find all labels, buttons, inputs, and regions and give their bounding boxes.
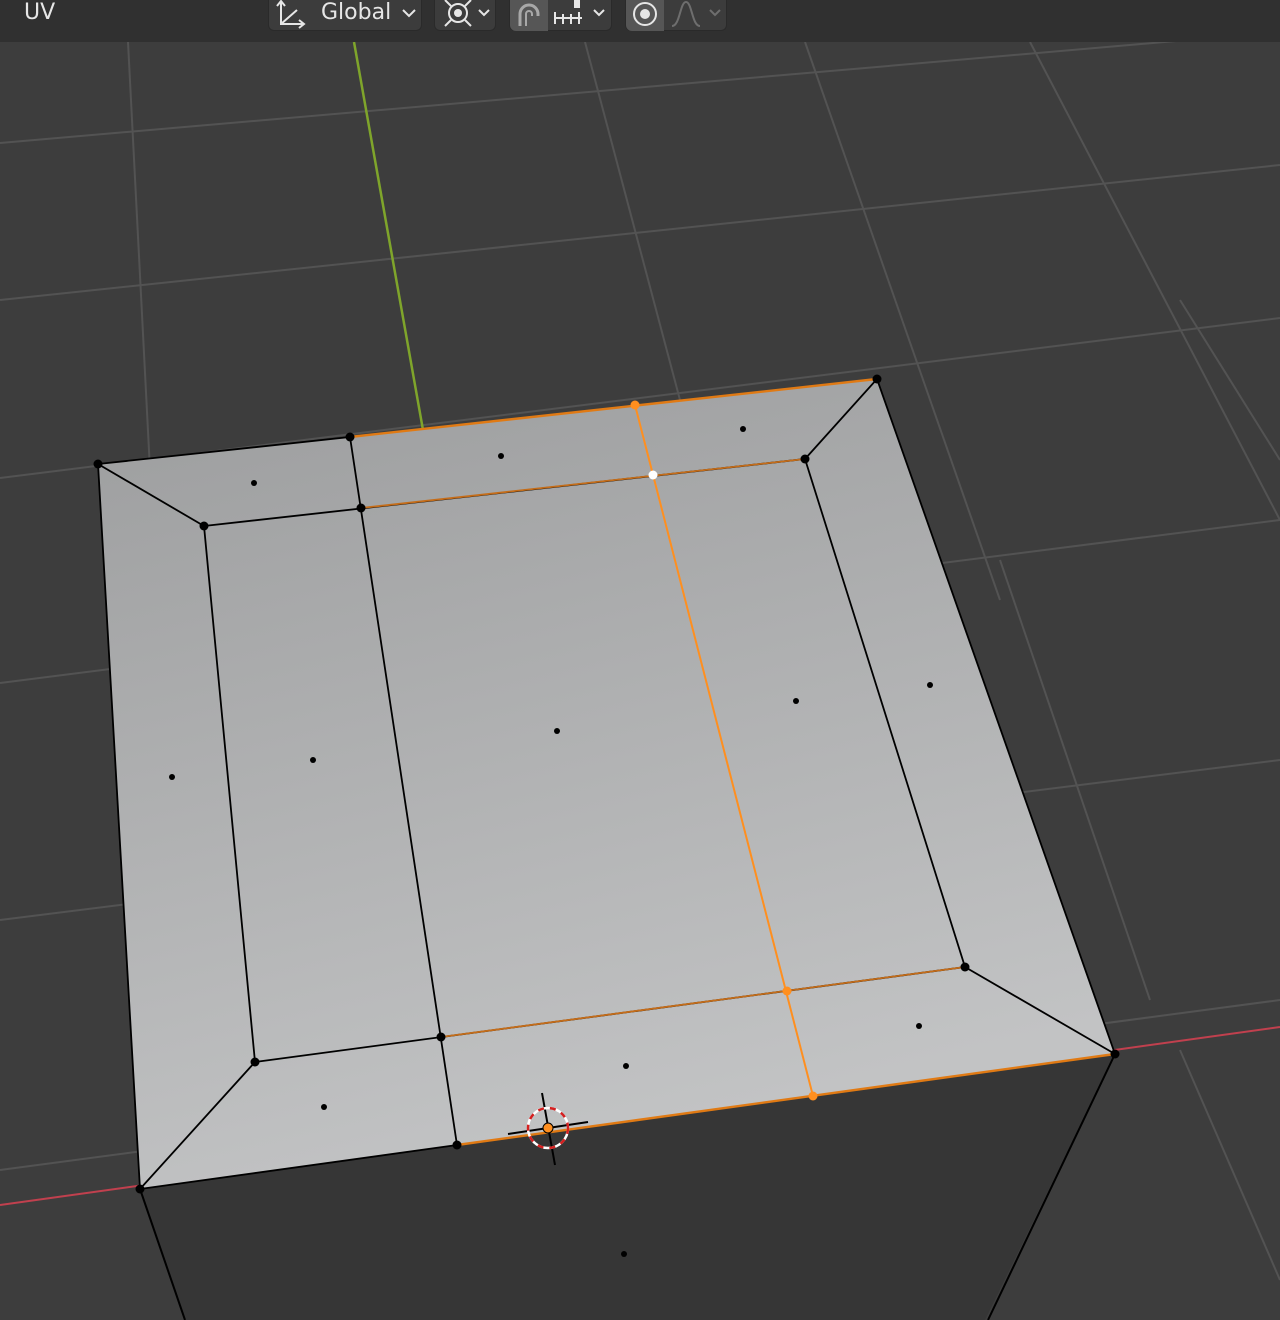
orientation-label: Global [321, 0, 392, 25]
transform-orientation-dropdown[interactable]: Global [268, 0, 422, 31]
chevron-down-icon [478, 9, 490, 17]
chevron-down-icon[interactable] [708, 8, 724, 20]
snap-toggle-button[interactable] [510, 0, 548, 31]
pivot-point-dropdown[interactable] [434, 0, 496, 31]
pivot-point-icon [444, 0, 472, 27]
orientation-axes-icon [276, 0, 306, 29]
3d-viewport[interactable] [0, 0, 1280, 1320]
proportional-editing-icon [633, 2, 657, 26]
active-vertex[interactable] [648, 470, 658, 480]
proportional-editing-toggle[interactable] [626, 0, 664, 31]
viewport-header: UV Global [0, 0, 1280, 42]
proportional-editing-group [625, 0, 727, 31]
chevron-down-icon [402, 9, 416, 18]
snap-increment-icon[interactable] [552, 0, 586, 30]
falloff-curve-icon[interactable] [670, 0, 704, 30]
chevron-down-icon[interactable] [592, 8, 608, 20]
y-axis-line [352, 41, 425, 431]
uv-menu[interactable]: UV [24, 0, 55, 28]
snapping-group [509, 0, 612, 31]
magnet-icon [518, 3, 540, 26]
